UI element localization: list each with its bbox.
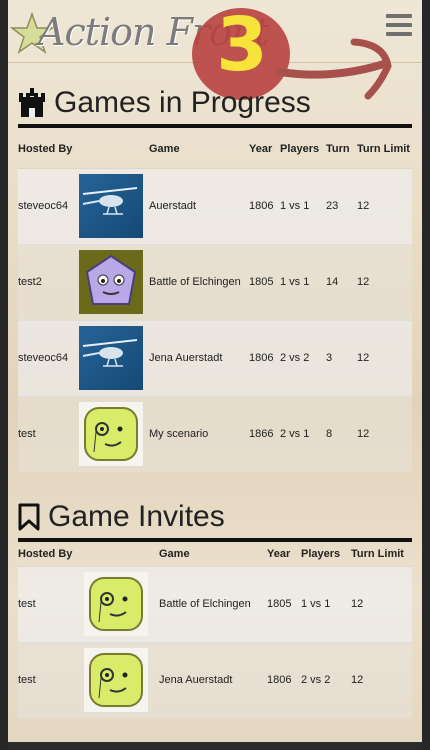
section-divider	[18, 124, 412, 128]
turn-cell: 3	[326, 319, 357, 396]
turn-limit-cell: 12	[357, 319, 412, 396]
year-cell: 1805	[267, 565, 301, 642]
column-header-game[interactable]: Game	[149, 130, 249, 169]
turn-limit-cell: 12	[357, 167, 412, 244]
year-cell: 1806	[267, 641, 301, 718]
turn-limit-cell: 12	[357, 395, 412, 472]
game-cell[interactable]: Battle of Elchingen	[149, 243, 249, 320]
game-invites-heading: Game Invites	[18, 500, 225, 534]
notification-count: 3	[216, 2, 268, 88]
hamburger-menu-icon[interactable]	[386, 14, 412, 40]
year-cell: 1806	[249, 319, 280, 396]
page-container: Action Front 3 Games in Progress Hosted …	[8, 0, 422, 742]
section-divider	[18, 538, 412, 542]
castle-icon	[19, 88, 45, 117]
avatar-cell	[79, 395, 149, 472]
host-cell[interactable]: steveoc64	[18, 167, 79, 244]
column-header-turn-limit[interactable]: Turn Limit	[351, 543, 412, 567]
turn-limit-cell: 12	[351, 641, 412, 718]
column-header-year[interactable]: Year	[249, 130, 280, 169]
section-title: Game Invites	[48, 500, 225, 533]
avatar-cell	[84, 565, 159, 642]
table-row[interactable]: test My scenario 1866 2 vs 1 8 12	[18, 395, 412, 472]
host-cell[interactable]: test	[18, 395, 79, 472]
turn-limit-cell: 12	[351, 565, 412, 642]
avatar-cell	[79, 243, 149, 320]
table-row[interactable]: test2 Battle of Elchingen 1805 1 vs 1 14…	[18, 243, 412, 320]
helicopter-avatar[interactable]	[79, 326, 143, 390]
table-header-row: Hosted By Game Year Players Turn Turn Li…	[18, 130, 412, 169]
turn-cell: 14	[326, 243, 357, 320]
turn-limit-cell: 12	[357, 243, 412, 320]
column-header-avatar	[79, 130, 149, 169]
year-cell: 1805	[249, 243, 280, 320]
avatar-cell	[79, 319, 149, 396]
host-cell[interactable]: steveoc64	[18, 319, 79, 396]
table-row[interactable]: test Battle of Elchingen 1805 1 vs 1 12	[18, 565, 412, 642]
games-in-progress-heading: Games in Progress	[18, 86, 311, 120]
players-cell: 1 vs 1	[280, 243, 326, 320]
year-cell: 1806	[249, 167, 280, 244]
turn-cell: 23	[326, 167, 357, 244]
section-title: Games in Progress	[54, 86, 311, 119]
game-cell[interactable]: Jena Auerstadt	[159, 641, 267, 718]
host-cell[interactable]: test	[18, 565, 84, 642]
game-invites-table: Hosted By Game Year Players Turn Limit t…	[18, 543, 412, 718]
year-cell: 1866	[249, 395, 280, 472]
monocle-face-avatar[interactable]	[84, 648, 148, 712]
players-cell: 2 vs 2	[280, 319, 326, 396]
table-row[interactable]: test Jena Auerstadt 1806 2 vs 2 12	[18, 641, 412, 718]
games-in-progress-table: Hosted By Game Year Players Turn Turn Li…	[18, 130, 412, 472]
game-cell[interactable]: Jena Auerstadt	[149, 319, 249, 396]
monocle-face-avatar[interactable]	[79, 402, 143, 466]
column-header-turn-limit[interactable]: Turn Limit	[357, 130, 412, 169]
column-header-hosted-by[interactable]: Hosted By	[18, 543, 84, 567]
helicopter-avatar[interactable]	[79, 174, 143, 238]
game-cell[interactable]: Auerstadt	[149, 167, 249, 244]
avatar-cell	[84, 641, 159, 718]
page-bottom-edge	[8, 742, 422, 750]
column-header-avatar	[84, 543, 159, 567]
column-header-year[interactable]: Year	[267, 543, 301, 567]
host-cell[interactable]: test	[18, 641, 84, 718]
purple-face-avatar[interactable]	[79, 250, 143, 314]
column-header-turn[interactable]: Turn	[326, 130, 357, 169]
table-header-row: Hosted By Game Year Players Turn Limit	[18, 543, 412, 567]
players-cell: 1 vs 1	[301, 565, 351, 642]
game-cell[interactable]: My scenario	[149, 395, 249, 472]
players-cell: 2 vs 1	[280, 395, 326, 472]
table-row[interactable]: steveoc64 Auerstadt 1806 1 vs 1 23 12	[18, 167, 412, 244]
column-header-players[interactable]: Players	[280, 130, 326, 169]
players-cell: 1 vs 1	[280, 167, 326, 244]
table-row[interactable]: steveoc64 Jena Auerstadt 1806 2 vs 2 3 1…	[18, 319, 412, 396]
column-header-game[interactable]: Game	[159, 543, 267, 567]
game-cell[interactable]: Battle of Elchingen	[159, 565, 267, 642]
bookmark-icon	[18, 503, 40, 531]
avatar-cell	[79, 167, 149, 244]
host-cell[interactable]: test2	[18, 243, 79, 320]
players-cell: 2 vs 2	[301, 641, 351, 718]
column-header-players[interactable]: Players	[301, 543, 351, 567]
monocle-face-avatar[interactable]	[84, 572, 148, 636]
turn-cell: 8	[326, 395, 357, 472]
app-header: Action Front 3	[8, 0, 422, 100]
column-header-hosted-by[interactable]: Hosted By	[18, 130, 79, 169]
